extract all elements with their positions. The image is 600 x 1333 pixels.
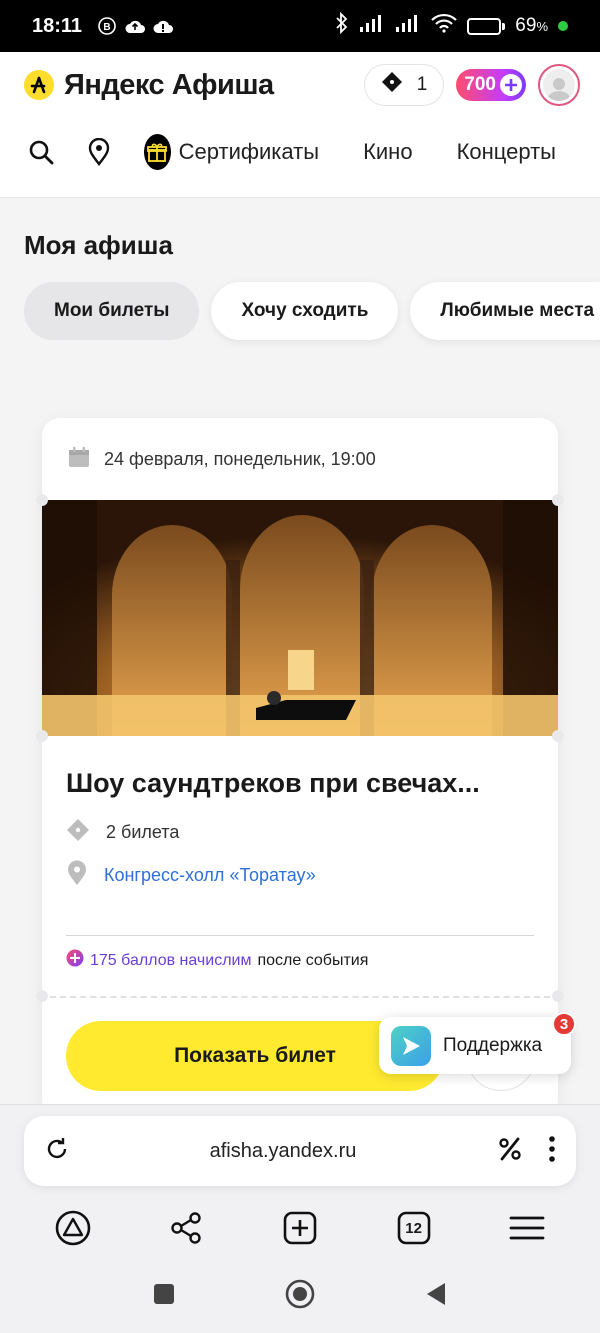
points-balance-button[interactable]: 700 xyxy=(456,69,526,101)
new-tab-icon[interactable] xyxy=(280,1208,320,1248)
status-bar: 18:11 B 69% xyxy=(0,0,600,52)
recents-square-icon[interactable] xyxy=(153,1283,175,1310)
battery-percent: 69% xyxy=(515,15,548,36)
ticket-count: 2 билета xyxy=(106,822,180,842)
points-accrual-note: 175 баллов начислим после события xyxy=(66,949,368,972)
nav-item-concerts[interactable]: Концерты xyxy=(457,139,556,165)
signal-icon xyxy=(359,13,385,39)
event-date: 24 февраля, понедельник, 19:00 xyxy=(104,449,376,469)
share-icon[interactable] xyxy=(166,1208,206,1248)
support-label: Поддержка xyxy=(443,1034,543,1056)
cloud-upload-icon xyxy=(124,15,146,37)
points-value: 700 xyxy=(464,74,496,95)
event-image[interactable] xyxy=(42,500,558,736)
tab-favorite-places[interactable]: Любимые места xyxy=(410,282,600,340)
support-notification-badge: 3 xyxy=(552,1012,576,1036)
calendar-icon xyxy=(68,446,90,473)
event-title[interactable]: Шоу саундтреков при свечах... xyxy=(66,768,480,799)
nav-item-certificates[interactable]: Сертификаты xyxy=(179,139,319,165)
top-nav: Сертификаты Кино Концерты xyxy=(0,122,600,182)
ticket-count-row: 2 билета xyxy=(66,818,179,847)
system-navigation-bar xyxy=(0,1266,600,1326)
card-notch-left-mid xyxy=(36,730,48,742)
more-vertical-icon[interactable] xyxy=(548,1135,556,1168)
venue-row[interactable]: Конгресс-холл «Торатау» xyxy=(66,860,316,891)
b-circle-icon: B xyxy=(96,15,118,37)
brand-name[interactable]: Яндекс Афиша xyxy=(64,69,274,102)
home-circle-icon[interactable] xyxy=(285,1279,315,1314)
ticket-tear-line xyxy=(50,996,550,998)
svg-text:B: B xyxy=(103,22,110,33)
cloud-alert-icon xyxy=(152,15,174,37)
card-notch-right-top xyxy=(552,494,564,506)
venue-link[interactable]: Конгресс-холл «Торатау» xyxy=(104,865,316,886)
ticket-card[interactable]: 24 февраля, понедельник, 19:00 Шоу саунд… xyxy=(42,418,558,1118)
tabs: Мои билеты Хочу сходить Любимые места xyxy=(24,282,600,340)
card-notch-left-bottom xyxy=(36,990,48,1002)
nav-item-cinema[interactable]: Кино xyxy=(363,139,413,165)
support-widget-button[interactable]: Поддержка xyxy=(379,1017,571,1074)
status-time: 18:11 xyxy=(32,14,83,37)
tab-want-to-go[interactable]: Хочу сходить xyxy=(211,282,399,340)
tabs-counter-icon[interactable]: 12 xyxy=(394,1208,434,1248)
avatar[interactable] xyxy=(538,64,580,106)
ticket-icon xyxy=(381,71,403,99)
ticket-icon xyxy=(66,818,90,847)
my-tickets-button[interactable]: 1 xyxy=(363,64,445,106)
search-icon[interactable] xyxy=(28,138,54,166)
divider xyxy=(66,935,534,936)
location-pin-icon[interactable] xyxy=(88,138,110,166)
address-bar[interactable]: afisha.yandex.ru xyxy=(24,1116,576,1186)
browser-toolbar: 12 xyxy=(0,1196,600,1260)
location-pin-icon xyxy=(66,860,88,891)
card-notch-right-bottom xyxy=(552,990,564,1002)
hamburger-menu-icon[interactable] xyxy=(507,1208,547,1248)
wifi-icon xyxy=(431,13,458,39)
bluetooth-icon xyxy=(335,11,349,40)
page-title: Моя афиша xyxy=(24,230,173,260)
points-suffix: после события xyxy=(257,951,369,969)
active-indicator-dot xyxy=(558,21,568,31)
tab-my-tickets[interactable]: Мои билеты xyxy=(24,282,200,340)
reload-icon[interactable] xyxy=(44,1136,70,1167)
signal-icon-2 xyxy=(395,13,421,39)
gift-icon[interactable] xyxy=(144,134,171,170)
afisha-logo-icon[interactable] xyxy=(24,70,54,100)
battery-icon xyxy=(467,17,506,35)
tickets-count: 1 xyxy=(416,74,428,95)
plus-icon xyxy=(500,74,522,96)
alice-icon[interactable] xyxy=(53,1208,93,1248)
url-text[interactable]: afisha.yandex.ru xyxy=(70,1140,496,1163)
support-chat-icon xyxy=(391,1025,431,1066)
event-date-row: 24 февраля, понедельник, 19:00 xyxy=(68,446,376,473)
plus-points-icon xyxy=(66,949,84,972)
card-notch-left-top xyxy=(36,494,48,506)
points-amount: 175 баллов начислим xyxy=(90,951,252,969)
brand-row: Яндекс Афиша 1 700 xyxy=(24,60,580,110)
app-header: Яндекс Афиша 1 700 Сертификаты Кино Конц… xyxy=(0,52,600,198)
discount-icon[interactable] xyxy=(496,1135,524,1168)
back-triangle-icon[interactable] xyxy=(425,1282,447,1311)
card-notch-right-mid xyxy=(552,730,564,742)
tabs-count: 12 xyxy=(405,1219,422,1237)
